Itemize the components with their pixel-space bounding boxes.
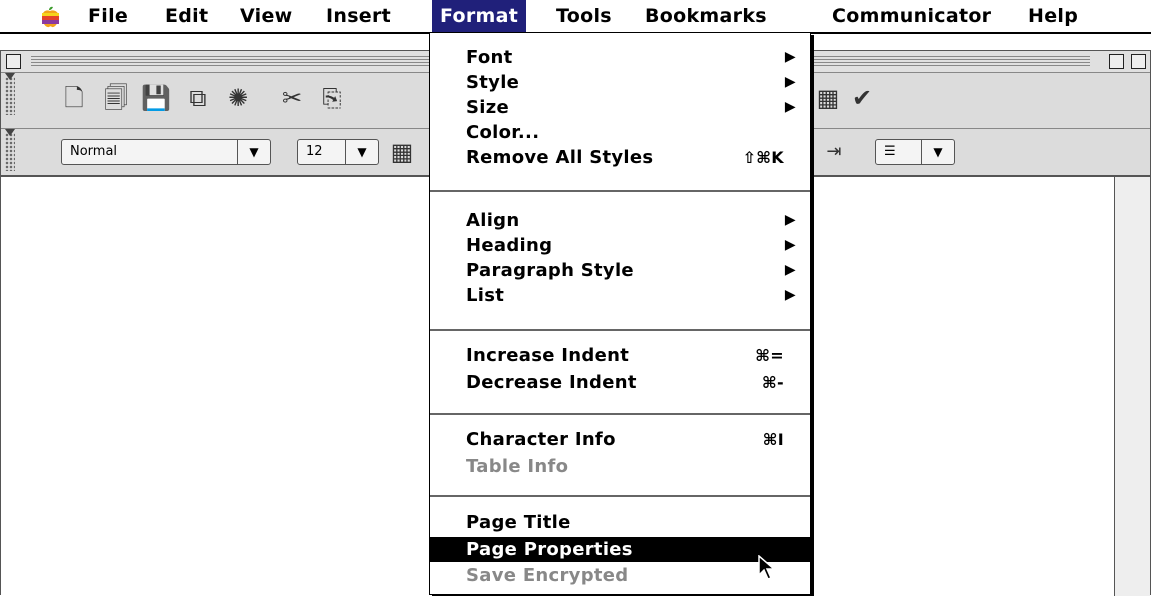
- menu-item-page-properties[interactable]: Page Properties: [430, 537, 810, 562]
- menu-item-character-info[interactable]: Character Info ⌘I: [430, 427, 810, 452]
- menu-item-color[interactable]: Color...: [430, 120, 810, 145]
- table-icon[interactable]: ▦: [813, 83, 843, 113]
- submenu-arrow-icon: ▶: [784, 99, 796, 115]
- font-size-value: 12: [306, 144, 323, 159]
- menu-item-heading[interactable]: Heading ▶: [430, 233, 810, 258]
- alignment-select[interactable]: ☰ ▼: [875, 139, 955, 165]
- menu-item-page-title[interactable]: Page Title: [430, 510, 810, 535]
- menu-item-decrease-indent[interactable]: Decrease Indent ⌘-: [430, 370, 810, 395]
- shortcut-label: ⌘-: [761, 373, 784, 392]
- menu-separator: [430, 329, 810, 331]
- spell-check-icon[interactable]: ✔: [847, 83, 877, 113]
- menu-item-align[interactable]: Align ▶: [430, 208, 810, 233]
- paragraph-style-select[interactable]: Normal ▼: [61, 139, 271, 165]
- indent-icon[interactable]: ⇥: [819, 137, 849, 167]
- menu-item-increase-indent[interactable]: Increase Indent ⌘=: [430, 343, 810, 368]
- preview-icon[interactable]: ✺: [223, 83, 253, 113]
- menu-separator: [430, 413, 810, 415]
- menu-insert[interactable]: Insert: [318, 0, 399, 32]
- close-box-icon[interactable]: [6, 54, 21, 69]
- menu-format[interactable]: Format: [432, 0, 527, 32]
- cut-icon[interactable]: ✂: [277, 83, 307, 113]
- chevron-down-icon: ▼: [345, 140, 378, 164]
- menu-separator: [430, 495, 810, 497]
- chevron-down-icon: ▼: [921, 140, 954, 164]
- new-page-icon[interactable]: 🗋: [59, 83, 89, 113]
- submenu-arrow-icon: ▶: [784, 262, 796, 278]
- mouse-pointer-icon: [758, 555, 776, 580]
- menu-item-style[interactable]: Style ▶: [430, 70, 810, 95]
- submenu-arrow-icon: ▶: [784, 237, 796, 253]
- menu-edit[interactable]: Edit: [157, 0, 216, 32]
- menu-help[interactable]: Help: [1020, 0, 1086, 32]
- format-menu: Font ▶ Style ▶ Size ▶ Color... Remove All S…: [429, 32, 811, 595]
- menu-item-remove-all-styles[interactable]: Remove All Styles ⇧⌘K: [430, 145, 810, 170]
- chevron-down-icon: ▼: [237, 140, 270, 164]
- menu-item-table-info: Table Info: [466, 456, 569, 477]
- menu-bar: File Edit View Insert Format Tools Bookm…: [0, 0, 1151, 34]
- paragraph-style-value: Normal: [70, 144, 118, 159]
- menu-item-font[interactable]: Font ▶: [430, 45, 810, 70]
- shortcut-label: ⇧⌘K: [742, 148, 784, 167]
- menu-communicator[interactable]: Communicator: [824, 0, 999, 32]
- menu-item-paragraph-style[interactable]: Paragraph Style ▶: [430, 258, 810, 283]
- copy-icon[interactable]: ⎘: [317, 83, 347, 113]
- submenu-arrow-icon: ▶: [784, 74, 796, 90]
- menu-bookmarks[interactable]: Bookmarks: [637, 0, 775, 32]
- menu-tools[interactable]: Tools: [548, 0, 620, 32]
- vertical-scrollbar[interactable]: [1114, 177, 1150, 596]
- font-size-select[interactable]: 12 ▼: [297, 139, 379, 165]
- menu-separator: [430, 190, 810, 192]
- menu-file[interactable]: File: [80, 0, 136, 32]
- toolbar-grip[interactable]: [5, 73, 15, 115]
- zoom-box-icon[interactable]: [1109, 54, 1124, 69]
- shortcut-label: ⌘I: [762, 430, 784, 449]
- menu-item-save-encrypted: Save Encrypted: [466, 565, 629, 586]
- submenu-arrow-icon: ▶: [784, 212, 796, 228]
- menu-item-list[interactable]: List ▶: [430, 283, 810, 308]
- open-icon[interactable]: 🗐: [101, 83, 131, 113]
- align-left-icon: ☰: [884, 144, 896, 159]
- shortcut-label: ⌘=: [755, 346, 784, 365]
- submenu-arrow-icon: ▶: [784, 49, 796, 65]
- color-icon[interactable]: ▦: [387, 137, 417, 167]
- apple-menu-icon[interactable]: [40, 5, 60, 29]
- collapse-box-icon[interactable]: [1131, 54, 1146, 69]
- save-icon[interactable]: 💾: [141, 83, 171, 113]
- menu-view[interactable]: View: [232, 0, 301, 32]
- publish-icon[interactable]: ⧉: [183, 83, 213, 113]
- submenu-arrow-icon: ▶: [784, 287, 796, 303]
- menu-item-size[interactable]: Size ▶: [430, 95, 810, 120]
- toolbar-grip[interactable]: [5, 129, 15, 171]
